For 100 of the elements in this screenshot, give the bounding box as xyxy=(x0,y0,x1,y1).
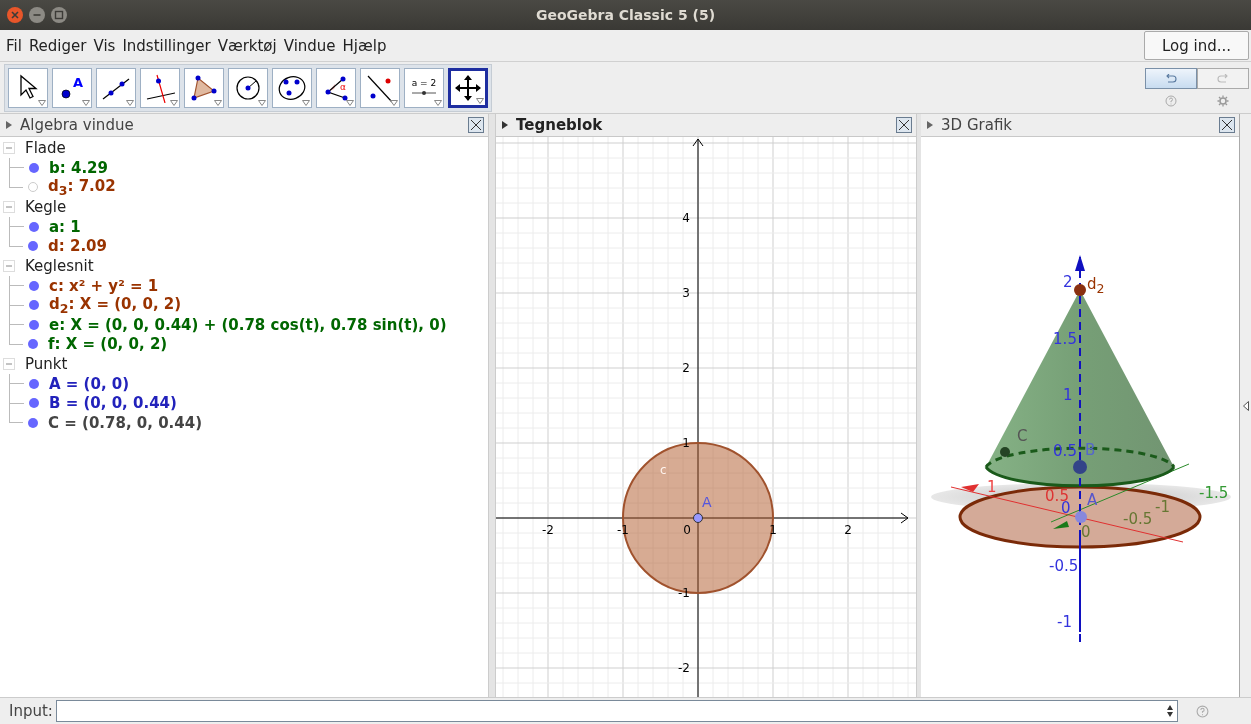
point-marker xyxy=(693,513,704,523)
undo-icon xyxy=(1164,73,1178,84)
window-title: GeoGebra Classic 5 (5) xyxy=(535,7,716,23)
axis-label: d$_{2}$ xyxy=(1087,276,1105,297)
axis-label: 1 xyxy=(1063,387,1073,403)
category-label[interactable]: Kegle xyxy=(25,198,67,216)
collapse-arrow-icon[interactable] xyxy=(1242,400,1249,411)
visibility-dot-icon[interactable] xyxy=(27,240,39,253)
menu-item[interactable]: Vindue xyxy=(280,36,339,55)
tick-label: 2 xyxy=(682,361,691,375)
axis-label: 1 xyxy=(987,479,997,495)
tick-label: -2 xyxy=(678,661,691,675)
axis-label: 1.5 xyxy=(1053,331,1077,347)
tool-button[interactable] xyxy=(96,67,136,108)
menu-item[interactable]: Hjælp xyxy=(339,36,390,55)
category-label[interactable]: Flade xyxy=(25,139,66,157)
expand-arrow-icon[interactable] xyxy=(6,121,12,129)
expand-arrow-icon[interactable] xyxy=(927,121,934,129)
close-icon[interactable] xyxy=(468,117,485,133)
algebra-entry[interactable]: A = (0, 0) xyxy=(49,374,130,393)
visibility-dot-icon[interactable] xyxy=(28,220,40,233)
undo-button[interactable] xyxy=(1145,68,1197,89)
collapse-toggle-icon[interactable] xyxy=(3,358,15,370)
up-down-arrows-icon[interactable] xyxy=(1166,705,1173,717)
redo-icon xyxy=(1216,73,1230,84)
perpendicular-line-icon xyxy=(145,72,175,103)
tick-label: -2 xyxy=(542,523,555,537)
caret-icon xyxy=(170,99,178,106)
close-icon[interactable] xyxy=(896,117,913,133)
visibility-dot-icon[interactable] xyxy=(28,279,40,292)
axis-label: 2 xyxy=(1063,274,1073,290)
axis-label: C xyxy=(1017,428,1028,444)
visibility-dot-icon[interactable] xyxy=(28,318,40,331)
collapse-toggle-icon[interactable] xyxy=(3,260,15,272)
tick-label: 4 xyxy=(682,211,691,225)
visibility-dot-icon[interactable] xyxy=(28,397,40,410)
algebra-entry[interactable]: d$_{3}$: 7.02 xyxy=(48,176,116,198)
category-label[interactable]: Keglesnit xyxy=(25,257,94,275)
algebra-entry[interactable]: d$_{2}$: X = (0, 0, 2) xyxy=(49,294,182,316)
settings-icon[interactable] xyxy=(1217,95,1229,107)
algebra-entry[interactable]: d: 2.09 xyxy=(48,237,107,256)
algebra-entry[interactable]: B = (0, 0, 0.44) xyxy=(49,394,177,413)
tick-label: 1 xyxy=(682,436,691,450)
panel-title: Algebra vindue xyxy=(20,116,134,134)
algebra-entry[interactable]: b: 4.29 xyxy=(49,158,108,177)
menu-item[interactable]: Værktøj xyxy=(214,36,280,55)
expand-arrow-icon[interactable] xyxy=(502,121,509,129)
caret-icon xyxy=(476,97,484,104)
axis-label: -1 xyxy=(1057,614,1073,630)
splitter-handle[interactable] xyxy=(916,114,922,697)
tick-label: 0 xyxy=(683,523,691,537)
axis-label: -0.5 xyxy=(1049,558,1079,574)
caret-icon xyxy=(214,99,222,106)
tool-button[interactable] xyxy=(184,67,224,108)
visibility-dot-icon[interactable] xyxy=(28,161,40,174)
axis-label: 0.5 xyxy=(1053,443,1077,459)
axis-label: 0 xyxy=(1081,524,1091,540)
minimize-icon[interactable] xyxy=(28,6,46,24)
algebra-entry[interactable]: e: X = (0, 0, 0.44) + (0.78 cos(t), 0.78 sin(t), 0) xyxy=(49,315,447,334)
caret-icon xyxy=(126,99,134,106)
caret-icon xyxy=(302,99,310,106)
axis-label: -0.5 xyxy=(1123,511,1153,527)
visibility-dot-icon[interactable] xyxy=(27,416,39,429)
algebra-entry[interactable]: a: 1 xyxy=(49,217,81,236)
axis-label: -1 xyxy=(1155,499,1171,515)
visibility-dot-icon[interactable] xyxy=(28,377,40,390)
algebra-entry[interactable]: f: X = (0, 0, 2) xyxy=(48,335,168,354)
tool-button[interactable] xyxy=(360,67,400,108)
tick-label: 3 xyxy=(682,286,691,300)
splitter-handle[interactable] xyxy=(488,114,497,697)
tool-button[interactable] xyxy=(140,67,180,108)
caret-icon xyxy=(258,99,266,106)
tick-label: 2 xyxy=(844,523,852,537)
collapse-toggle-icon[interactable] xyxy=(3,142,15,154)
collapse-toggle-icon[interactable] xyxy=(3,201,15,213)
visibility-dot-icon[interactable] xyxy=(27,338,39,351)
input-label: Input: xyxy=(9,702,53,720)
caret-icon xyxy=(390,99,398,106)
tool-button[interactable] xyxy=(8,67,48,108)
menu-item[interactable]: Rediger xyxy=(25,36,90,55)
axis-label: -1.5 xyxy=(1199,485,1229,501)
maximize-icon[interactable] xyxy=(50,6,68,24)
menu-item[interactable]: Fil xyxy=(3,36,25,55)
caret-icon xyxy=(346,99,354,106)
close-icon[interactable] xyxy=(1219,117,1236,133)
login-button[interactable]: Log ind... xyxy=(1144,31,1249,60)
tool-button[interactable] xyxy=(228,67,268,108)
input-field[interactable] xyxy=(55,700,1178,722)
circle-label: c xyxy=(660,463,667,477)
tool-button[interactable] xyxy=(448,67,488,108)
category-label[interactable]: Punkt xyxy=(25,355,68,373)
panel-title: Tegneblok xyxy=(516,116,603,134)
axis-label: B xyxy=(1085,442,1096,458)
visibility-dot-icon[interactable] xyxy=(27,181,39,194)
menu-item[interactable]: Vis xyxy=(90,36,119,55)
menu-item[interactable]: Indstillinger xyxy=(119,36,214,55)
tool-button[interactable] xyxy=(272,67,312,108)
algebra-entry[interactable]: c: x² + y² = 1 xyxy=(49,276,159,295)
algebra-entry[interactable]: C = (0.78, 0, 0.44) xyxy=(48,413,203,432)
visibility-dot-icon[interactable] xyxy=(28,299,40,312)
